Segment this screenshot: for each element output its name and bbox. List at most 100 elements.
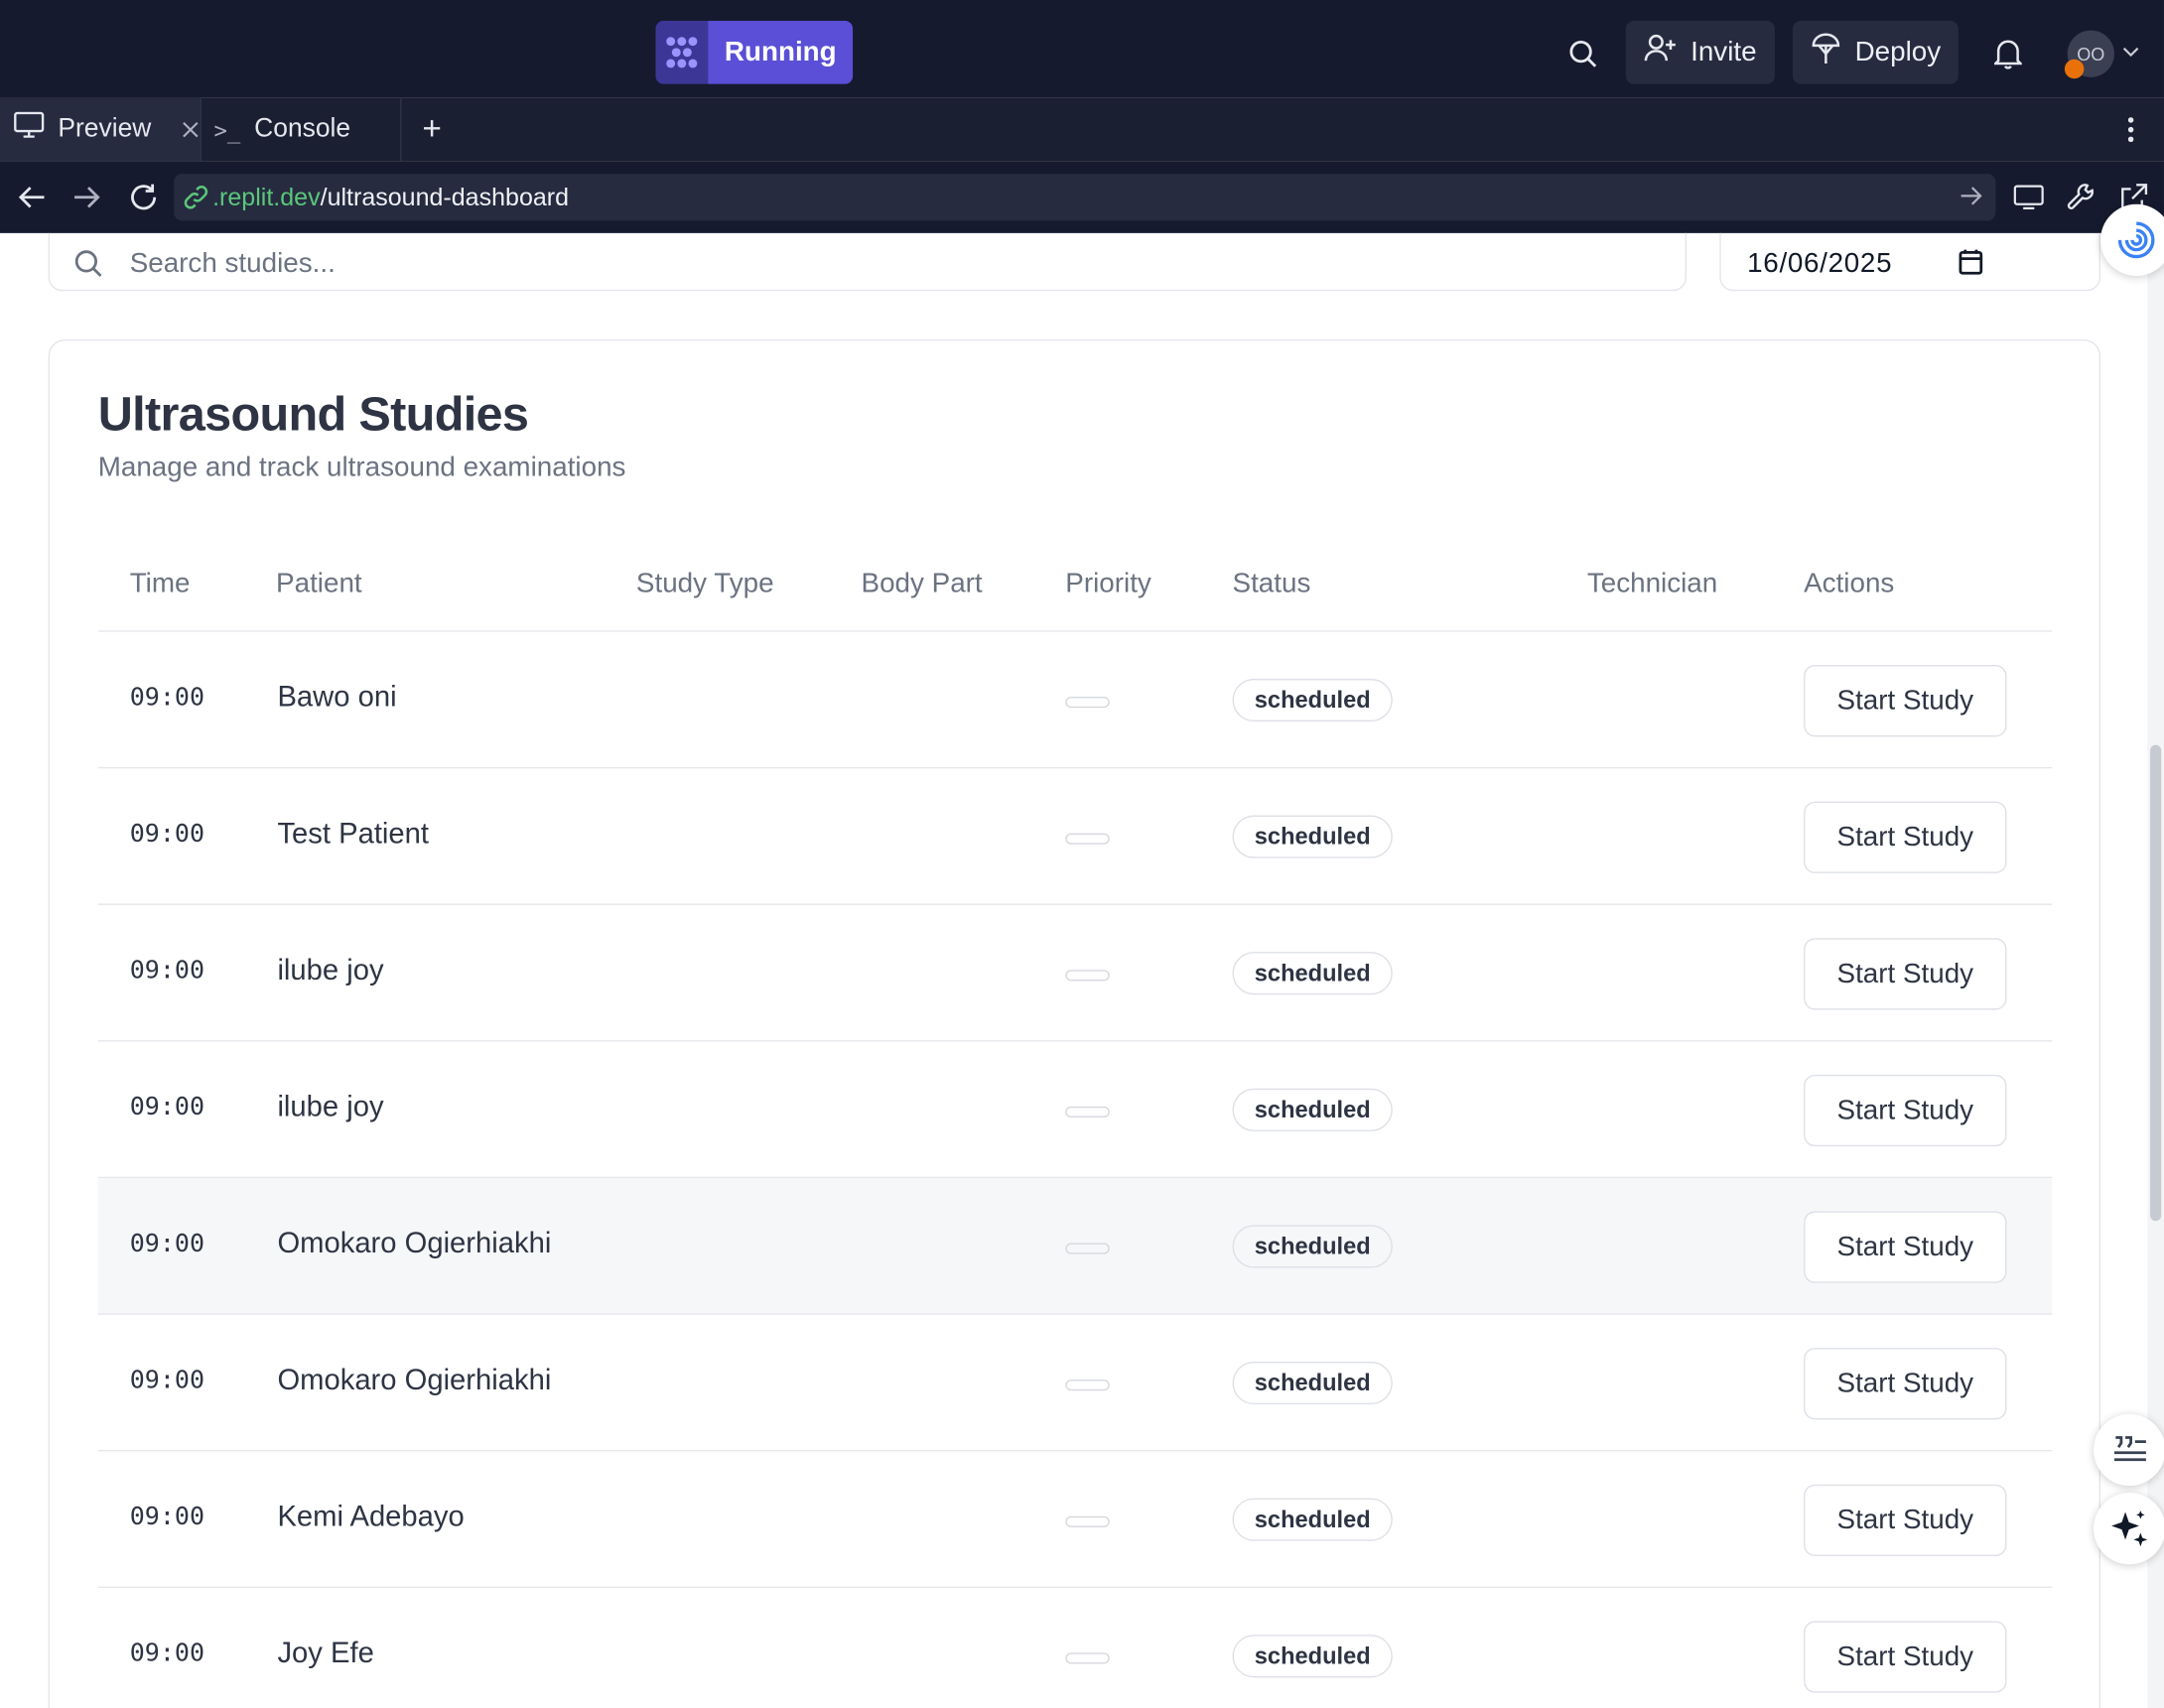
search-icon[interactable] xyxy=(1559,31,1606,77)
more-options-icon[interactable] xyxy=(2120,114,2142,145)
search-input[interactable]: Search studies... xyxy=(48,232,1687,292)
status-badge: scheduled xyxy=(1232,1498,1393,1541)
deploy-button[interactable]: Deploy xyxy=(1792,20,1960,84)
cell-patient: ilube joy xyxy=(277,954,384,986)
browser-url-bar: .replit.dev/ultrasound-dashboard xyxy=(0,161,2164,233)
running-button[interactable]: Running xyxy=(708,20,854,84)
status-badge: scheduled xyxy=(1232,678,1393,723)
terminal-icon: >_ xyxy=(213,116,241,143)
url-field[interactable]: .replit.dev/ultrasound-dashboard xyxy=(174,174,1996,221)
date-field[interactable]: 16/06/2025 xyxy=(1719,232,2101,292)
monitor-icon xyxy=(14,111,45,148)
column-header-study-type: Study Type xyxy=(635,568,774,599)
status-badge: scheduled xyxy=(1232,1362,1393,1405)
status-badge: scheduled xyxy=(1232,1225,1393,1268)
priority-badge xyxy=(1065,970,1110,982)
screen: Running Invite Deploy OO Preview >_ Cons… xyxy=(0,0,2164,1708)
studies-card: Ultrasound Studies Manage and track ultr… xyxy=(48,338,2101,1708)
invite-button[interactable]: Invite xyxy=(1625,20,1775,84)
start-study-button[interactable]: Start Study xyxy=(1804,938,2007,1010)
start-study-button[interactable]: Start Study xyxy=(1804,1348,2007,1420)
back-arrow-icon[interactable] xyxy=(14,181,50,213)
start-study-button[interactable]: Start Study xyxy=(1804,1484,2007,1557)
table-row[interactable]: 09:00 Test Patient scheduled Start Study xyxy=(97,768,2053,905)
tab-console-label: Console xyxy=(254,114,351,144)
cell-time: 09:00 xyxy=(129,683,205,713)
preview-content: Search studies... 16/06/2025 Ultrasound … xyxy=(0,232,2148,1708)
status-badge: scheduled xyxy=(1232,1088,1393,1131)
status-badge: scheduled xyxy=(1232,815,1393,858)
start-study-button[interactable]: Start Study xyxy=(1804,1074,2007,1147)
add-user-icon xyxy=(1644,33,1677,71)
device-preview-icon[interactable] xyxy=(2011,181,2047,213)
calendar-icon[interactable] xyxy=(1959,248,1983,276)
go-arrow-icon[interactable] xyxy=(1960,187,1982,205)
quote-list-icon[interactable] xyxy=(2094,1413,2164,1487)
cell-patient: Test Patient xyxy=(277,818,430,851)
deploy-label: Deploy xyxy=(1854,36,1942,67)
tab-console[interactable]: >_ Console xyxy=(202,98,400,162)
cell-patient: Joy Efe xyxy=(277,1638,374,1670)
table-row[interactable]: 09:00 Bawo oni scheduled Start Study xyxy=(97,632,2053,769)
bell-icon[interactable] xyxy=(1984,31,2031,77)
cell-time: 09:00 xyxy=(129,819,205,849)
table-row[interactable]: 09:00 Omokaro Ogierhiakhi scheduled Star… xyxy=(97,1178,2053,1315)
start-study-button[interactable]: Start Study xyxy=(1804,1621,2007,1693)
deploy-icon xyxy=(1811,32,1841,73)
page-title: Ultrasound Studies xyxy=(97,387,529,442)
column-header-body-part: Body Part xyxy=(861,568,983,599)
table-row[interactable]: 09:00 Joy Efe scheduled Start Study xyxy=(98,1588,2053,1708)
priority-badge xyxy=(1065,833,1110,845)
priority-badge xyxy=(1065,1515,1110,1527)
status-badge: scheduled xyxy=(1232,952,1393,995)
table-row[interactable]: 09:00 Omokaro Ogierhiakhi scheduled Star… xyxy=(97,1315,2053,1452)
scrollbar-thumb[interactable] xyxy=(2150,744,2162,1222)
table-row[interactable]: 09:00 ilube joy scheduled Start Study xyxy=(97,905,2053,1042)
forward-arrow-icon[interactable] xyxy=(69,181,105,213)
cell-patient: Kemi Adebayo xyxy=(277,1501,465,1533)
column-header-technician: Technician xyxy=(1586,568,1718,599)
column-header-priority: Priority xyxy=(1065,568,1151,599)
start-study-button[interactable]: Start Study xyxy=(1804,801,2007,873)
reload-icon[interactable] xyxy=(124,178,163,216)
sparkle-icon[interactable] xyxy=(2094,1493,2164,1565)
search-placeholder: Search studies... xyxy=(129,248,336,279)
page-subtitle: Manage and track ultrasound examinations xyxy=(97,452,626,483)
add-tab-button[interactable]: + xyxy=(414,98,450,162)
wrench-icon[interactable] xyxy=(2063,180,2098,215)
column-header-time: Time xyxy=(129,568,191,599)
priority-badge xyxy=(1065,1380,1110,1391)
start-study-button[interactable]: Start Study xyxy=(1804,665,2007,737)
invite-label: Invite xyxy=(1691,36,1757,67)
run-control[interactable]: Running xyxy=(655,20,854,84)
cell-time: 09:00 xyxy=(129,1502,205,1532)
cell-time: 09:00 xyxy=(129,1229,205,1258)
priority-badge xyxy=(1065,1652,1110,1664)
tab-preview[interactable]: Preview xyxy=(0,97,201,162)
priority-badge xyxy=(1065,697,1110,709)
cell-time: 09:00 xyxy=(129,1366,205,1395)
table-row[interactable]: 09:00 Kemi Adebayo scheduled Start Study xyxy=(97,1451,2053,1589)
priority-badge xyxy=(1065,1243,1110,1254)
cell-patient: Omokaro Ogierhiakhi xyxy=(277,1228,552,1260)
cell-time: 09:00 xyxy=(129,1092,205,1122)
tab-divider xyxy=(400,97,402,162)
link-icon xyxy=(184,185,208,209)
cell-patient: ilube joy xyxy=(277,1091,384,1123)
cell-patient: Omokaro Ogierhiakhi xyxy=(277,1364,552,1396)
replit-logo-icon xyxy=(655,20,709,84)
date-value: 16/06/2025 xyxy=(1747,248,1893,279)
table-row[interactable]: 09:00 ilube joy scheduled Start Study xyxy=(97,1042,2053,1179)
tab-preview-label: Preview xyxy=(58,114,152,144)
cell-time: 09:00 xyxy=(129,1639,205,1668)
avatar-status-dot xyxy=(2064,59,2085,79)
close-icon[interactable] xyxy=(182,121,199,138)
chevron-down-icon[interactable] xyxy=(2121,42,2140,64)
search-icon xyxy=(73,248,104,279)
column-header-status: Status xyxy=(1232,568,1311,599)
assistant-swirl-icon[interactable] xyxy=(2100,203,2164,277)
priority-badge xyxy=(1065,1106,1110,1117)
url-path: /ultrasound-dashboard xyxy=(320,183,570,210)
cell-patient: Bawo oni xyxy=(277,681,397,714)
start-study-button[interactable]: Start Study xyxy=(1804,1211,2007,1283)
